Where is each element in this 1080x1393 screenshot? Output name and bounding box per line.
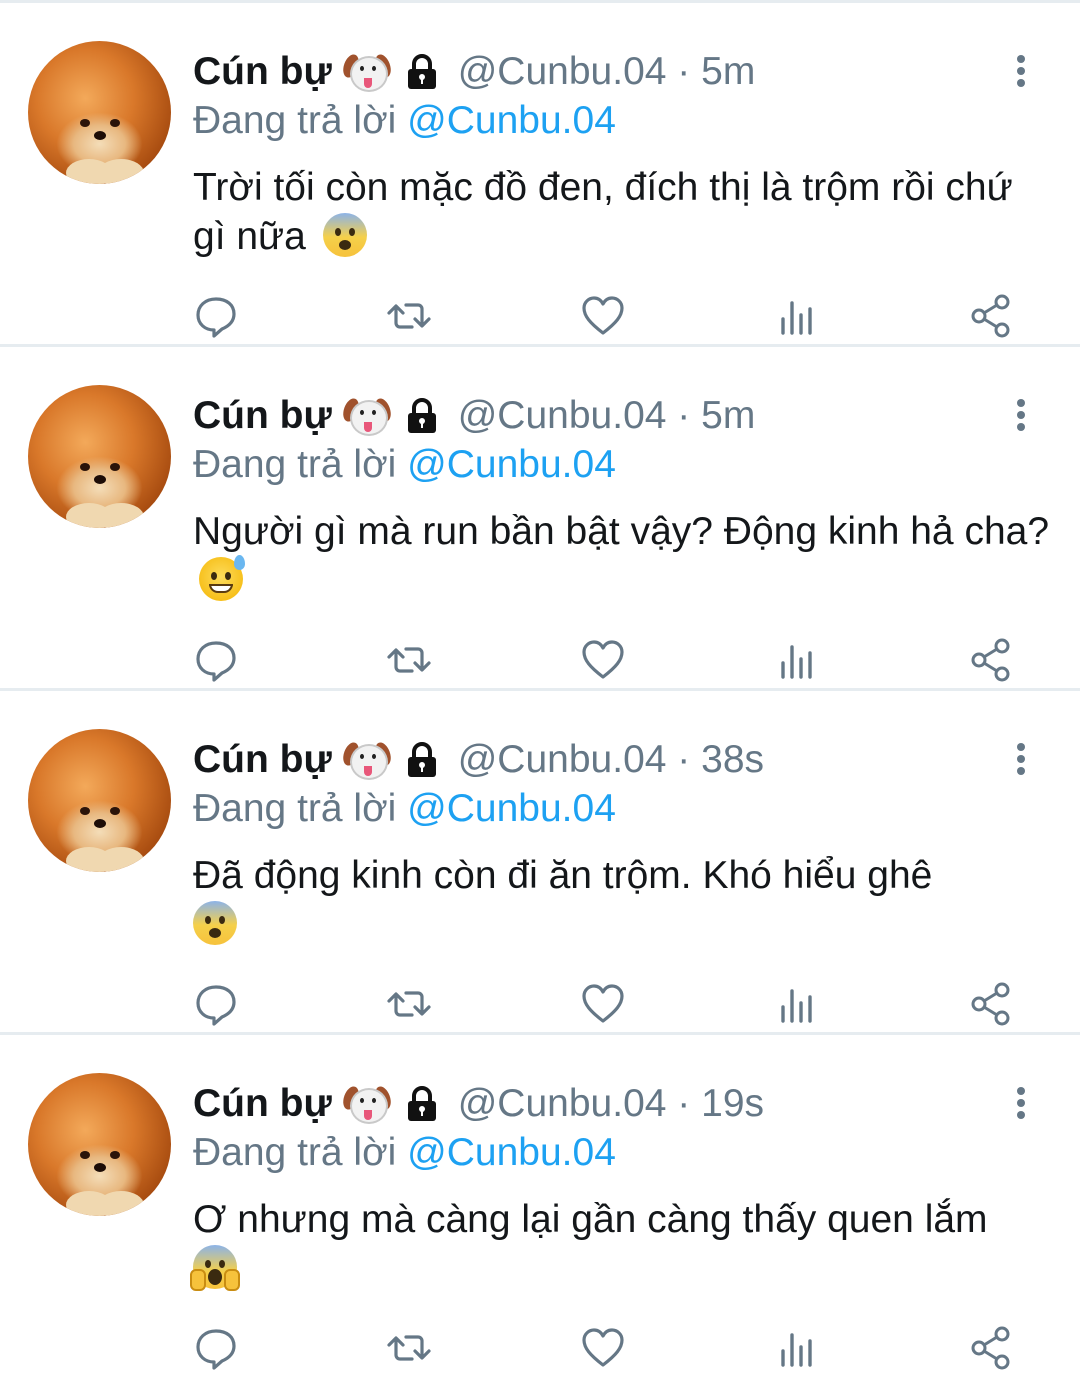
screaming-face-icon: [190, 1245, 240, 1291]
tweet-header: Cún bự @Cunbu.04 · 5m: [193, 47, 755, 97]
tweet-header: Cún bự @Cunbu.04 · 5m: [193, 391, 755, 441]
retweet-button[interactable]: [386, 637, 432, 683]
like-button[interactable]: [580, 293, 626, 339]
mention-link[interactable]: @Cunbu.04: [407, 1131, 616, 1174]
views-button[interactable]: [774, 981, 820, 1027]
share-icon: [971, 1326, 1010, 1370]
views-button[interactable]: [774, 293, 820, 339]
views-icon: [781, 1333, 812, 1367]
more-options-icon[interactable]: [1006, 739, 1036, 779]
lock-icon: [407, 398, 436, 433]
lock-icon: [407, 1086, 436, 1121]
dog-face-icon: [340, 1084, 394, 1124]
replying-to: Đang trả lời @Cunbu.04: [193, 99, 616, 142]
grinning-sweat-icon: [199, 555, 245, 601]
lock-icon: [407, 54, 436, 89]
avatar[interactable]: [28, 41, 171, 184]
reply-icon: [196, 985, 236, 1026]
action-bar: [0, 981, 1080, 1031]
tweet[interactable]: Cún bự @Cunbu.04 · 38s Đang trả lời @Cun…: [0, 688, 1080, 1032]
reply-button[interactable]: [193, 1325, 239, 1371]
share-button[interactable]: [968, 1325, 1014, 1371]
tweet-text: Người gì mà run bần bật vậy? Động kinh h…: [193, 507, 1053, 605]
share-icon: [971, 638, 1010, 682]
display-name[interactable]: Cún bự: [193, 394, 332, 438]
views-icon: [781, 645, 812, 679]
like-button[interactable]: [580, 981, 626, 1027]
tweet-text: Trời tối còn mặc đồ đen, đích thị là trộ…: [193, 166, 1013, 258]
timestamp: 5m: [701, 50, 756, 93]
retweet-icon: [387, 1335, 431, 1361]
fearful-face-icon: [322, 213, 367, 257]
retweet-icon: [387, 991, 431, 1017]
share-icon: [971, 294, 1010, 338]
replying-to: Đang trả lời @Cunbu.04: [193, 787, 616, 830]
retweet-button[interactable]: [386, 1325, 432, 1371]
share-button[interactable]: [968, 293, 1014, 339]
handle[interactable]: @Cunbu.04 · 19s: [458, 1082, 764, 1126]
retweet-button[interactable]: [386, 981, 432, 1027]
retweet-icon: [387, 647, 431, 673]
share-button[interactable]: [968, 981, 1014, 1027]
heart-icon: [582, 1328, 624, 1367]
handle[interactable]: @Cunbu.04 · 5m: [458, 50, 756, 94]
dog-face-icon: [340, 396, 394, 436]
avatar[interactable]: [28, 1073, 171, 1216]
reply-icon: [196, 1329, 236, 1370]
dog-face-icon: [340, 740, 394, 780]
share-icon: [971, 982, 1010, 1026]
heart-icon: [582, 640, 624, 679]
views-button[interactable]: [774, 1325, 820, 1371]
display-name[interactable]: Cún bự: [193, 1082, 332, 1126]
handle[interactable]: @Cunbu.04 · 38s: [458, 738, 764, 782]
heart-icon: [582, 984, 624, 1023]
tweet[interactable]: Cún bự @Cunbu.04 · 5m Đang trả lời @Cunb…: [0, 0, 1080, 344]
mention-link[interactable]: @Cunbu.04: [407, 443, 616, 486]
tweet[interactable]: Cún bự @Cunbu.04 · 19s Đang trả lời @Cun…: [0, 1032, 1080, 1376]
more-options-icon[interactable]: [1006, 1083, 1036, 1123]
fearful-face-icon: [193, 901, 237, 945]
action-bar: [0, 637, 1080, 687]
avatar[interactable]: [28, 729, 171, 872]
timestamp: 5m: [701, 394, 756, 437]
action-bar: [0, 1325, 1080, 1375]
more-options-icon[interactable]: [1006, 395, 1036, 435]
tweet[interactable]: Cún bự @Cunbu.04 · 5m Đang trả lời @Cunb…: [0, 344, 1080, 688]
tweet-header: Cún bự @Cunbu.04 · 38s: [193, 735, 764, 785]
views-icon: [781, 301, 812, 335]
mention-link[interactable]: @Cunbu.04: [407, 99, 616, 142]
reply-feed: Cún bự @Cunbu.04 · 5m Đang trả lời @Cunb…: [0, 0, 1080, 1376]
timestamp: 38s: [701, 738, 765, 781]
reply-icon: [196, 641, 236, 682]
reply-button[interactable]: [193, 293, 239, 339]
lock-icon: [407, 742, 436, 777]
views-icon: [781, 989, 812, 1023]
reply-button[interactable]: [193, 637, 239, 683]
replying-to: Đang trả lời @Cunbu.04: [193, 1131, 616, 1174]
retweet-button[interactable]: [386, 293, 432, 339]
reply-button[interactable]: [193, 981, 239, 1027]
tweet-text: Đã động kinh còn đi ăn trộm. Khó hiểu gh…: [193, 851, 1053, 949]
dog-face-icon: [340, 52, 394, 92]
replying-to: Đang trả lời @Cunbu.04: [193, 443, 616, 486]
views-button[interactable]: [774, 637, 820, 683]
like-button[interactable]: [580, 637, 626, 683]
share-button[interactable]: [968, 637, 1014, 683]
tweet-text: Ơ nhưng mà càng lại gần càng thấy quen l…: [190, 1195, 1053, 1293]
like-button[interactable]: [580, 1325, 626, 1371]
display-name[interactable]: Cún bự: [193, 50, 332, 94]
handle[interactable]: @Cunbu.04 · 5m: [458, 394, 756, 438]
reply-icon: [196, 297, 236, 338]
more-options-icon[interactable]: [1006, 51, 1036, 91]
mention-link[interactable]: @Cunbu.04: [407, 787, 616, 830]
tweet-header: Cún bự @Cunbu.04 · 19s: [193, 1079, 764, 1129]
action-bar: [0, 293, 1080, 343]
display-name[interactable]: Cún bự: [193, 738, 332, 782]
timestamp: 19s: [701, 1082, 765, 1125]
retweet-icon: [387, 303, 431, 329]
avatar[interactable]: [28, 385, 171, 528]
heart-icon: [582, 296, 624, 335]
